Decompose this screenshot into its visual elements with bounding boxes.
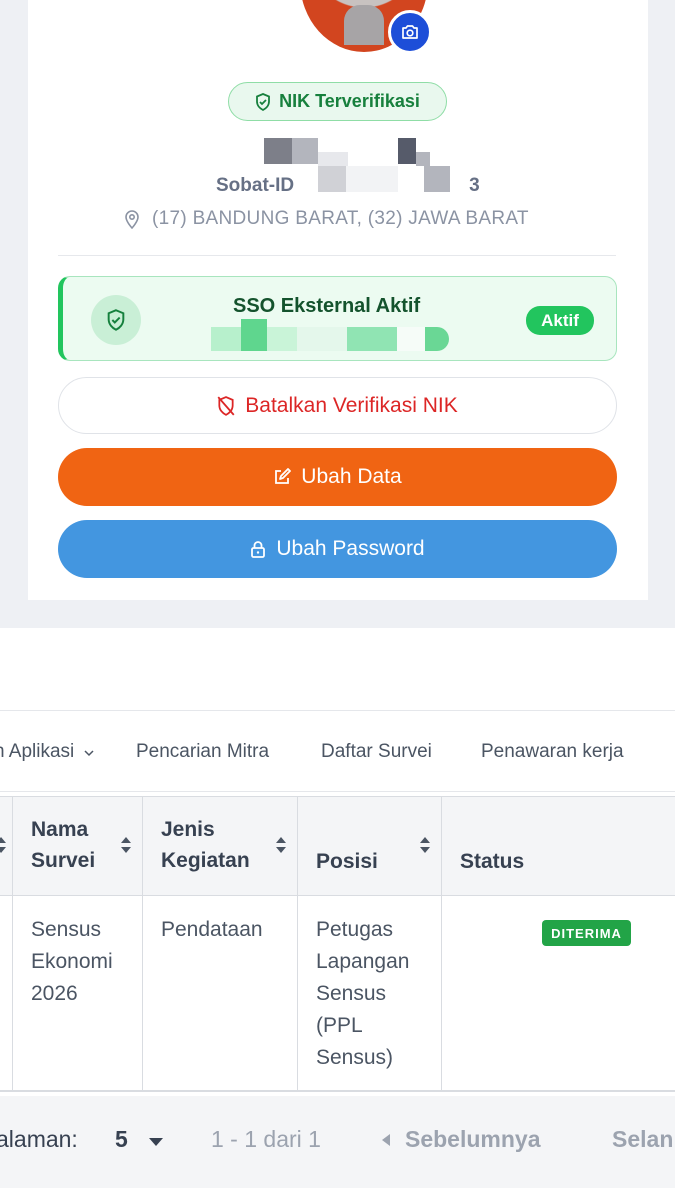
nav-item-daftar-survei[interactable]: Daftar Survei xyxy=(321,741,432,763)
lock-icon xyxy=(251,541,266,558)
cancel-nik-verification-button[interactable]: Batalkan Verifikasi NIK xyxy=(58,377,617,434)
next-button[interactable]: Selan xyxy=(612,1126,673,1153)
divider xyxy=(58,255,616,256)
camera-icon xyxy=(402,25,418,39)
caret-left-icon xyxy=(382,1134,390,1146)
per-page-select[interactable]: 5 xyxy=(115,1126,164,1153)
th-nama-survei[interactable]: Nama Survei xyxy=(31,814,95,876)
shield-check-icon xyxy=(256,92,271,111)
profile-area: NIK Terverifikasi Sobat-ID 3 (17) BANDUNG… xyxy=(0,0,675,600)
location: (17) BANDUNG BARAT, (32) JAWA BARAT xyxy=(124,208,529,230)
cell-nama-survei: Sensus Ekonomi 2026 xyxy=(31,918,113,1005)
nav-item-pencarian-mitra[interactable]: Pencarian Mitra xyxy=(136,741,269,763)
redacted-email xyxy=(211,319,451,351)
sso-active-badge: Aktif xyxy=(526,306,594,335)
th-posisi[interactable]: Posisi xyxy=(316,846,378,877)
nik-badge-label: NIK Terverifikasi xyxy=(279,91,420,111)
camera-button[interactable] xyxy=(388,10,432,54)
survey-table: Nama Survei Jenis Kegiatan Posisi Status S… xyxy=(0,796,675,1092)
location-pin-icon xyxy=(125,210,139,229)
survey-section: n Aplikasi Pencarian Mitra Daftar Survei… xyxy=(0,628,675,1200)
sort-icon[interactable] xyxy=(0,834,8,856)
sort-icon[interactable] xyxy=(418,834,432,856)
sso-status-box: SSO Eksternal Aktif Aktif xyxy=(58,276,617,361)
edit-data-label: Ubah Data xyxy=(301,465,402,488)
sobat-id: Sobat-ID 3 xyxy=(216,175,480,196)
top-nav: n Aplikasi Pencarian Mitra Daftar Survei… xyxy=(0,710,675,792)
cell-jenis-kegiatan: Pendataan xyxy=(161,918,263,941)
sort-icon[interactable] xyxy=(274,834,288,856)
shield-check-icon xyxy=(107,309,125,331)
nav-item-penawaran-kerja[interactable]: Penawaran kerja xyxy=(481,741,624,763)
nik-verified-badge: NIK Terverifikasi xyxy=(228,82,447,121)
nav-item-aplikasi[interactable]: n Aplikasi xyxy=(0,741,95,763)
prev-button[interactable]: Sebelumnya xyxy=(381,1126,541,1153)
edit-icon xyxy=(275,468,292,484)
sso-title: SSO Eksternal Aktif xyxy=(233,295,421,317)
cancel-nik-label: Batalkan Verifikasi NIK xyxy=(245,393,458,417)
th-jenis-kegiatan[interactable]: Jenis Kegiatan xyxy=(161,814,250,876)
sso-shield-icon-wrap xyxy=(91,295,141,345)
caret-down-icon xyxy=(149,1138,164,1146)
chevron-down-icon xyxy=(84,750,94,757)
pagination: alaman: 5 1 - 1 dari 1 Sebelumnya Selan xyxy=(0,1096,675,1188)
change-password-label: Ubah Password xyxy=(276,537,425,560)
edit-data-button[interactable]: Ubah Data xyxy=(58,448,617,506)
page-range: 1 - 1 dari 1 xyxy=(211,1126,321,1152)
location-text: (17) BANDUNG BARAT, (32) JAWA BARAT xyxy=(152,208,529,229)
shield-off-icon xyxy=(217,395,235,416)
status-badge: DITERIMA xyxy=(542,920,631,946)
cell-posisi: Petugas Lapangan Sensus (PPL Sensus) xyxy=(316,918,410,1069)
per-page-label: alaman: xyxy=(0,1126,78,1152)
sort-icon[interactable] xyxy=(119,834,133,856)
th-status: Status xyxy=(460,850,525,873)
change-password-button[interactable]: Ubah Password xyxy=(58,520,617,578)
